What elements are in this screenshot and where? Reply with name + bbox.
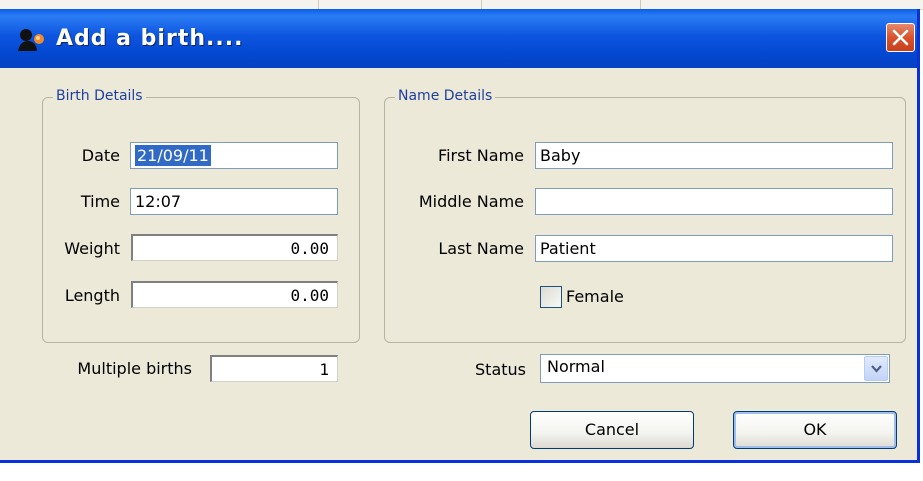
multiple-births-field[interactable]: 1 xyxy=(210,355,338,382)
date-value: 21/09/11 xyxy=(135,145,211,166)
length-value: 0.00 xyxy=(290,286,329,305)
status-dropdown-button[interactable] xyxy=(864,356,888,381)
name-details-group: Name Details xyxy=(384,88,906,343)
weight-field[interactable]: 0.00 xyxy=(131,234,338,261)
first-name-label: First Name xyxy=(438,146,524,165)
last-name-value: Patient xyxy=(540,239,596,258)
first-name-field[interactable]: Baby xyxy=(535,142,893,169)
time-label: Time xyxy=(80,192,120,211)
title-bar[interactable]: Add a birth.... xyxy=(0,9,917,68)
add-birth-dialog: Add a birth.... Birth Details Date 21/09… xyxy=(0,9,920,463)
female-label[interactable]: Female xyxy=(566,287,624,306)
cancel-button[interactable]: Cancel xyxy=(530,411,694,449)
status-select[interactable]: Normal xyxy=(540,354,890,383)
weight-label: Weight xyxy=(64,239,120,258)
multiple-births-value: 1 xyxy=(319,360,329,379)
status-label: Status xyxy=(475,360,526,379)
date-label: Date xyxy=(81,146,120,165)
length-label: Length xyxy=(64,286,120,305)
last-name-field[interactable]: Patient xyxy=(535,235,893,262)
birth-details-legend: Birth Details xyxy=(53,88,146,104)
ok-button[interactable]: OK xyxy=(733,411,897,449)
first-name-value: Baby xyxy=(540,146,581,165)
length-field[interactable]: 0.00 xyxy=(131,281,338,308)
chevron-down-icon xyxy=(871,365,882,373)
female-checkbox[interactable] xyxy=(540,286,562,308)
close-button[interactable] xyxy=(886,23,915,52)
date-field[interactable]: 21/09/11 xyxy=(130,142,338,169)
multiple-births-label: Multiple births xyxy=(77,359,192,378)
time-value: 12:07 xyxy=(135,192,182,211)
middle-name-label: Middle Name xyxy=(418,192,524,211)
name-details-legend: Name Details xyxy=(395,88,496,104)
close-x-icon xyxy=(892,29,909,46)
middle-name-field[interactable] xyxy=(535,188,893,215)
app-icon xyxy=(16,27,46,53)
time-field[interactable]: 12:07 xyxy=(130,188,338,215)
status-value: Normal xyxy=(547,357,605,376)
last-name-label: Last Name xyxy=(438,239,524,258)
dialog-title: Add a birth.... xyxy=(56,26,244,51)
weight-value: 0.00 xyxy=(290,239,329,258)
